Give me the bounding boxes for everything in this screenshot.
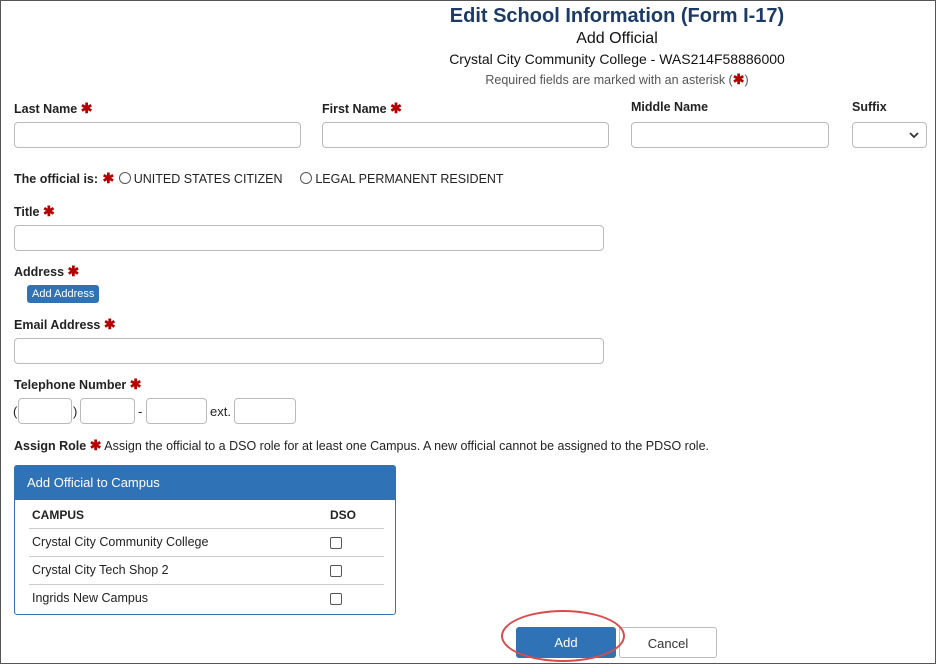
required-asterisk-icon: ✱ <box>103 316 116 332</box>
page-header: Edit School Information (Form I-17) Add … <box>0 5 936 88</box>
campus-panel: Add Official to Campus CAMPUS DSO Crysta… <box>14 465 396 615</box>
official-is-label: The official is: <box>14 172 99 186</box>
official-status-group: The official is: ✱ UNITED STATES CITIZEN… <box>14 170 504 188</box>
phone-dash: - <box>138 404 143 419</box>
cancel-button[interactable]: Cancel <box>619 627 717 658</box>
add-address-button[interactable]: Add Address <box>27 285 100 303</box>
campus-row: Crystal City Community College <box>29 528 384 556</box>
chevron-down-icon <box>909 132 919 139</box>
campus-column-header: CAMPUS <box>32 508 85 522</box>
address-label: Address ✱ <box>14 263 80 279</box>
assign-role-label: Assign Role <box>14 439 87 453</box>
required-asterisk-icon: ✱ <box>102 170 115 186</box>
paren-close: ) <box>73 404 78 419</box>
area-code-input[interactable] <box>18 398 72 424</box>
first-name-input[interactable] <box>322 122 609 148</box>
assign-role-instructions: Assign the official to a DSO role for at… <box>104 439 710 453</box>
campus-name: Ingrids New Campus <box>32 591 149 605</box>
ext-label: ext. <box>210 404 231 419</box>
suffix-select[interactable] <box>852 122 927 148</box>
last-name-label: Last Name ✱ <box>14 100 93 116</box>
resident-radio-option[interactable]: LEGAL PERMANENT RESIDENT <box>300 170 504 187</box>
dso-checkbox[interactable] <box>330 593 342 605</box>
page-subtitle: Add Official <box>576 30 658 47</box>
title-input[interactable] <box>14 225 604 251</box>
email-label: Email Address ✱ <box>14 316 116 332</box>
campus-panel-title: Add Official to Campus <box>15 466 395 500</box>
phone-prefix-input[interactable] <box>80 398 135 424</box>
dso-column-header: DSO <box>330 508 357 522</box>
campus-name: Crystal City Tech Shop 2 <box>32 563 169 577</box>
dso-checkbox[interactable] <box>330 537 342 549</box>
title-label: Title ✱ <box>14 203 55 219</box>
email-input[interactable] <box>14 338 604 364</box>
telephone-label: Telephone Number ✱ <box>14 376 142 392</box>
required-asterisk-icon: ✱ <box>42 203 55 219</box>
resident-radio[interactable] <box>300 172 313 184</box>
citizen-radio[interactable] <box>118 172 131 184</box>
middle-name-input[interactable] <box>631 122 829 148</box>
required-asterisk-icon: ✱ <box>732 71 745 87</box>
first-name-label: First Name ✱ <box>322 100 402 116</box>
citizen-radio-option[interactable]: UNITED STATES CITIZEN <box>118 170 283 187</box>
required-asterisk-icon: ✱ <box>390 100 402 116</box>
suffix-label: Suffix <box>852 100 887 114</box>
phone-ext-input[interactable] <box>234 398 296 424</box>
paren-open: ( <box>13 404 18 419</box>
required-note: Required fields are marked with an aster… <box>485 71 749 87</box>
required-asterisk-icon: ✱ <box>67 263 80 279</box>
required-asterisk-icon: ✱ <box>80 100 93 116</box>
campus-name: Crystal City Community College <box>32 535 209 549</box>
highlight-circle <box>501 610 625 662</box>
phone-line-input[interactable] <box>146 398 207 424</box>
dso-checkbox[interactable] <box>330 565 342 577</box>
middle-name-label: Middle Name <box>631 100 709 114</box>
required-asterisk-icon: ✱ <box>129 376 142 392</box>
last-name-input[interactable] <box>14 122 301 148</box>
required-asterisk-icon: ✱ <box>89 437 102 453</box>
assign-role-row: Assign Role ✱ Assign the official to a D… <box>14 437 709 454</box>
campus-row: Crystal City Tech Shop 2 <box>29 556 384 584</box>
school-name: Crystal City Community College - WAS214F… <box>449 51 785 67</box>
page-title: Edit School Information (Form I-17) <box>449 5 785 27</box>
campus-row: Ingrids New Campus <box>29 584 384 612</box>
